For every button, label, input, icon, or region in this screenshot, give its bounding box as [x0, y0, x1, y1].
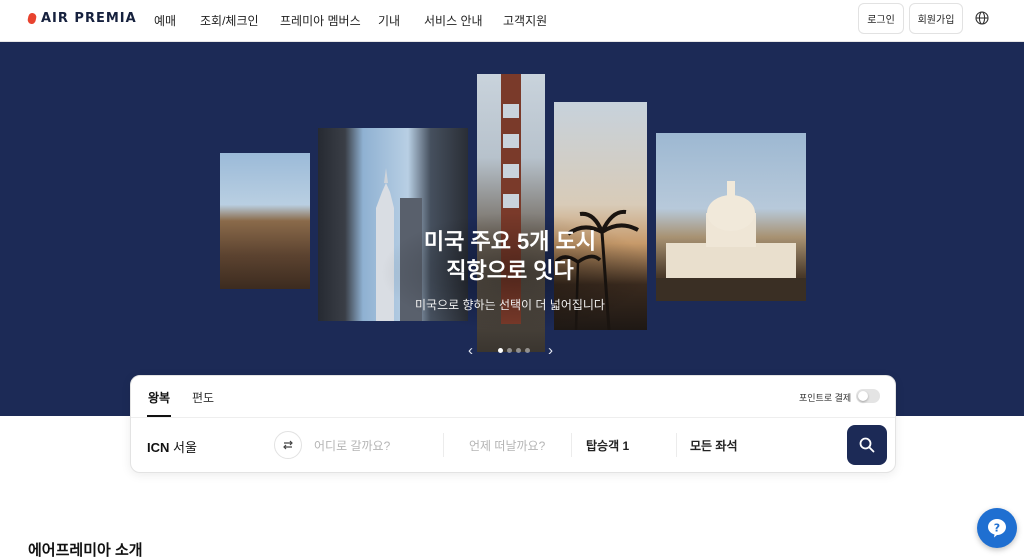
swap-icon	[283, 440, 293, 450]
toggle-knob	[858, 391, 868, 401]
carousel-dot[interactable]	[516, 348, 521, 353]
field-separator	[443, 433, 444, 457]
origin-city: 서울	[173, 440, 197, 455]
swap-route-button[interactable]	[274, 431, 302, 459]
hero-subtitle: 미국으로 향하는 선택이 더 넓어집니다	[415, 298, 605, 312]
hero-title: 미국 주요 5개 도시 직항으로 잇다	[360, 227, 660, 285]
carousel-dots	[498, 348, 530, 353]
nav-item-checkin[interactable]: 조회/체크인	[200, 12, 280, 29]
nav-item-services[interactable]: 서비스 안내	[424, 12, 503, 29]
main-nav: 예매 조회/체크인 프레미아 멤버스 기내 서비스 안내 고객지원	[154, 12, 563, 29]
login-button[interactable]: 로그인	[858, 3, 904, 34]
flight-search-panel: 왕복 편도 포인트로 결제 ICN 서울 어디로 갈까요? 언제 떠날까요? 탑…	[130, 375, 896, 473]
origin-field[interactable]: ICN 서울	[147, 437, 197, 456]
field-separator	[676, 433, 677, 457]
tab-one-way[interactable]: 편도	[192, 389, 214, 406]
chevron-right-icon[interactable]: ›	[548, 342, 553, 359]
carousel-dot[interactable]	[498, 348, 503, 353]
hero-title-line2: 직항으로 잇다	[446, 258, 574, 283]
top-header: AIR PREMIA 예매 조회/체크인 프레미아 멤버스 기내 서비스 안내 …	[0, 0, 1024, 42]
carousel-dot[interactable]	[507, 348, 512, 353]
hollywood-sign-photo	[220, 153, 310, 289]
nav-item-support[interactable]: 고객지원	[503, 12, 563, 29]
panel-divider	[131, 417, 895, 418]
section-title: 에어프레미아 소개	[28, 542, 143, 559]
air-premia-logo[interactable]: AIR PREMIA	[26, 11, 137, 26]
field-separator	[571, 433, 572, 457]
globe-icon[interactable]	[975, 11, 989, 25]
hero-banner: 미국 주요 5개 도시 직항으로 잇다 미국으로 향하는 선택이 더 넓어집니다…	[0, 42, 1024, 416]
departure-date-field[interactable]: 언제 떠날까요?	[469, 437, 545, 454]
nav-item-members[interactable]: 프레미아 멤버스	[280, 12, 378, 29]
points-payment-label: 포인트로 결제	[799, 393, 852, 403]
search-button[interactable]	[847, 425, 887, 465]
signup-button[interactable]: 회원가입	[909, 3, 963, 34]
logo-mark-icon	[26, 12, 38, 25]
nav-item-inflight[interactable]: 기내	[378, 12, 424, 29]
points-payment-toggle[interactable]	[856, 389, 880, 403]
tab-round-trip[interactable]: 왕복	[148, 389, 170, 406]
help-chat-button[interactable]: ?	[977, 508, 1017, 548]
origin-code: ICN	[147, 440, 170, 455]
destination-field[interactable]: 어디로 갈까요?	[314, 437, 390, 454]
question-icon: ?	[988, 519, 1006, 538]
passenger-field[interactable]: 탑승객 1	[586, 437, 629, 454]
us-capitol-photo	[656, 133, 806, 301]
seat-class-field[interactable]: 모든 좌석	[690, 437, 738, 454]
hero-title-line1: 미국 주요 5개 도시	[423, 229, 597, 254]
svg-text:?: ?	[994, 522, 1000, 535]
chevron-left-icon[interactable]: ‹	[468, 342, 473, 359]
search-icon	[859, 437, 875, 453]
logo-text: AIR PREMIA	[41, 11, 137, 26]
nav-item-booking[interactable]: 예매	[154, 12, 200, 29]
carousel-dot[interactable]	[525, 348, 530, 353]
